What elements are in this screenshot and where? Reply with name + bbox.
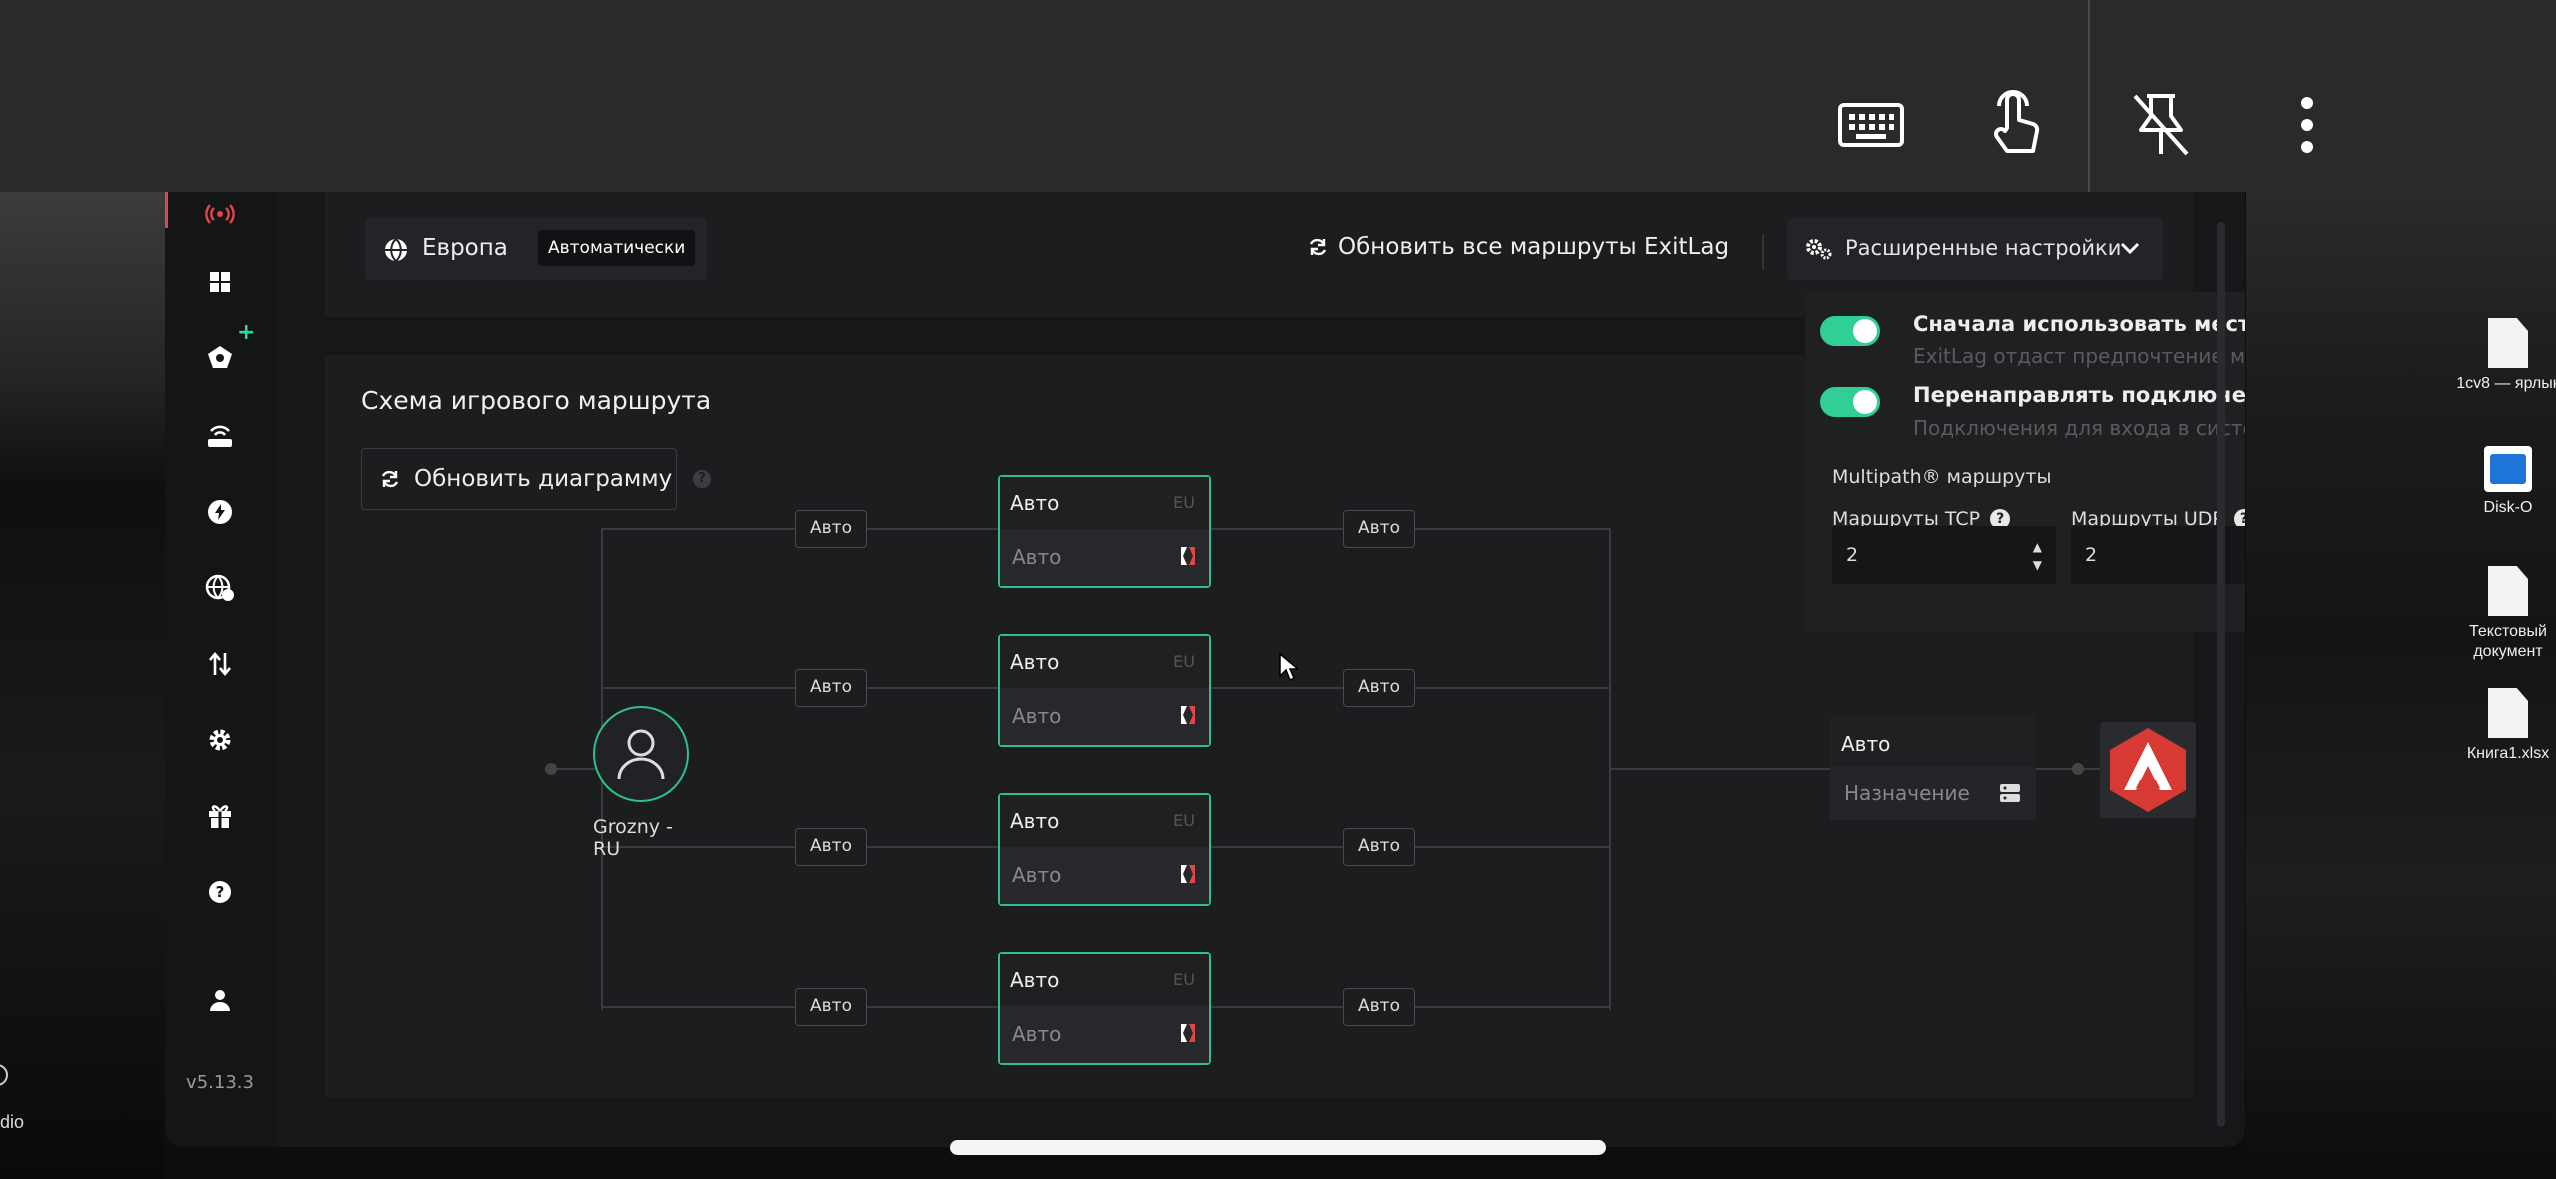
home-indicator[interactable] <box>950 1140 1606 1155</box>
gift-icon[interactable] <box>200 796 240 836</box>
desktop-shortcut-1cv8[interactable]: 1cv8 — ярлык <box>2433 318 2556 394</box>
toolbar-separator <box>2088 0 2090 192</box>
router-icon[interactable] <box>200 416 240 456</box>
server-icon <box>2000 784 2020 802</box>
keyboard-icon[interactable] <box>1836 90 1906 160</box>
refresh-icon <box>1309 238 1327 256</box>
unpin-icon[interactable] <box>2126 90 2196 160</box>
refresh-diagram-button[interactable]: Обновить диаграмму <box>361 448 677 510</box>
connector-dot <box>545 763 557 775</box>
app-version: v5.13.3 <box>186 1072 254 1093</box>
region-mode-badge: Автоматически <box>538 230 696 266</box>
globe-icon <box>383 237 409 267</box>
scrollbar[interactable] <box>2217 222 2225 1127</box>
game-boost-icon[interactable] <box>200 338 240 378</box>
multipath-heading: Multipath® маршруты <box>1832 466 2052 488</box>
boost-icon[interactable] <box>200 492 240 532</box>
local-routes-toggle[interactable] <box>1820 316 1880 346</box>
exitlag-logo-icon <box>1179 1022 1197 1048</box>
route-hop-right[interactable]: Авто <box>1343 828 1415 866</box>
connector-line <box>2036 768 2100 770</box>
active-indicator <box>165 192 168 228</box>
option-title: Сначала использовать местные м... <box>1913 312 2245 336</box>
destination-node[interactable]: Авто Назначение <box>1830 714 2036 820</box>
mouse-cursor-icon <box>1278 652 1301 686</box>
file-icon <box>2488 688 2528 738</box>
svg-text:?: ? <box>216 883 225 901</box>
region-name: Европа <box>422 235 508 261</box>
option-description: ExitLag отдаст предпочтение марш... <box>1913 344 2245 368</box>
chevron-down-icon <box>2117 234 2143 268</box>
top-toolbar <box>0 0 2556 192</box>
user-location: Grozny - RU <box>593 816 673 860</box>
spinner-arrows-icon[interactable]: ▲ ▼ <box>2033 538 2042 574</box>
connector-line <box>1609 768 1830 770</box>
file-icon <box>2488 566 2528 616</box>
profile-icon[interactable] <box>200 980 240 1020</box>
header-separator <box>1762 234 1764 270</box>
dashboard-icon[interactable] <box>200 262 240 302</box>
more-icon[interactable] <box>2272 90 2342 160</box>
route-hop-right[interactable]: Авто <box>1343 669 1415 707</box>
gears-icon <box>1805 238 1833 264</box>
route-hop-left[interactable]: Авто <box>795 828 867 866</box>
disk-o-icon <box>2484 446 2532 492</box>
exitlag-logo-icon <box>1179 863 1197 889</box>
help-icon[interactable]: ? <box>693 470 711 488</box>
route-node[interactable]: Авто EU Авто <box>998 793 1211 906</box>
route-hop-left[interactable]: Авто <box>795 510 867 548</box>
desktop-label-fragment: dio <box>0 1112 25 1132</box>
gear-icon[interactable] <box>200 720 240 760</box>
connector-dot <box>2072 763 2084 775</box>
exitlag-logo-icon <box>1179 704 1197 730</box>
globe-settings-icon[interactable] <box>200 568 240 608</box>
advanced-settings-button[interactable]: Расширенные настройки <box>1787 218 2163 280</box>
touch-icon[interactable] <box>1980 90 2050 160</box>
file-icon <box>2488 318 2528 368</box>
advanced-settings-dropdown: Сначала использовать местные м... ExitLa… <box>1805 292 2245 632</box>
desktop-shortcut-disk-o[interactable]: Disk-O <box>2433 446 2556 518</box>
route-hop-right[interactable]: Авто <box>1343 510 1415 548</box>
sidebar: + ? v5.13.3 <box>165 192 275 1147</box>
region-selector[interactable]: Европа Автоматически <box>365 218 707 280</box>
route-hop-right[interactable]: Авто <box>1343 988 1415 1026</box>
redirect-connections-toggle[interactable] <box>1820 387 1880 417</box>
option-description: Подключения для входа в систему ... <box>1913 416 2245 440</box>
apex-legends-game-icon <box>2100 722 2196 818</box>
user-avatar <box>593 706 689 802</box>
help-icon[interactable]: ? <box>200 872 240 912</box>
route-hop-left[interactable]: Авто <box>795 669 867 707</box>
tcp-routes-input[interactable]: 2 ▲ ▼ <box>1832 526 2056 584</box>
desktop-file-book1[interactable]: Книга1.xlsx <box>2433 688 2556 764</box>
option-title: Перенаправлять подключения дл... <box>1913 383 2245 407</box>
exitlag-logo-icon <box>1179 545 1197 571</box>
desktop-background-left <box>0 192 165 1179</box>
route-node[interactable]: Авто EU Авто <box>998 475 1211 588</box>
diagram-title: Схема игрового маршрута <box>361 386 712 415</box>
exitlag-window: + ? v5.13.3 Европа Автоматически Обновит… <box>165 192 2245 1147</box>
desktop-file-text-document[interactable]: Текстовый документ <box>2433 566 2556 662</box>
transfer-icon[interactable] <box>200 644 240 684</box>
route-hop-left[interactable]: Авто <box>795 988 867 1026</box>
route-node[interactable]: Авто EU Авто <box>998 952 1211 1065</box>
refresh-all-routes-button[interactable]: Обновить все маршруты ExitLag <box>1308 234 1729 260</box>
user-icon <box>617 729 665 780</box>
broadcast-icon[interactable] <box>200 194 240 234</box>
route-node[interactable]: Авто EU Авто <box>998 634 1211 747</box>
refresh-icon <box>380 469 400 493</box>
